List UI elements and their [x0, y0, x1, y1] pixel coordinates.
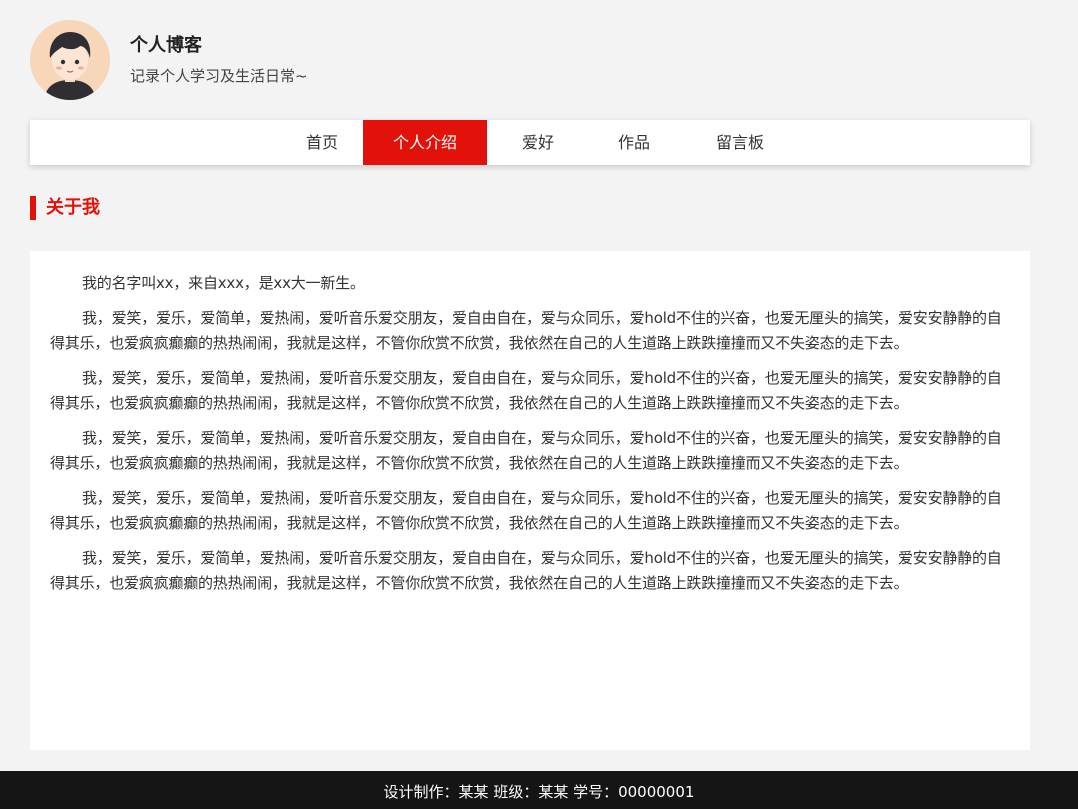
content-paragraph: 我，爱笑，爱乐，爱简单，爱热闹，爱听音乐爱交朋友，爱自由自在，爱与众同乐，爱ho…	[50, 429, 1002, 472]
content-paragraph: 我的名字叫xx，来自xxx，是xx大一新生。	[82, 274, 365, 292]
content-paragraph: 我，爱笑，爱乐，爱简单，爱热闹，爱听音乐爱交朋友，爱自由自在，爱与众同乐，爱ho…	[50, 369, 1002, 412]
cartoon-boy-avatar-icon	[30, 20, 110, 100]
main-nav: 首页 个人介绍 爱好 作品 留言板	[30, 120, 1030, 165]
section-title: 关于我	[30, 196, 100, 220]
content-paragraph: 我，爱笑，爱乐，爱简单，爱热闹，爱听音乐爱交朋友，爱自由自在，爱与众同乐，爱ho…	[50, 549, 1002, 592]
avatar	[30, 20, 110, 100]
content-paragraph: 我，爱笑，爱乐，爱简单，爱热闹，爱听音乐爱交朋友，爱自由自在，爱与众同乐，爱ho…	[50, 489, 1002, 532]
site-header: 个人博客 记录个人学习及生活日常~	[30, 20, 308, 100]
footer-text: 设计制作：某某 班级：某某 学号：00000001	[383, 783, 695, 801]
nav-item-about[interactable]: 个人介绍	[363, 120, 487, 165]
site-title: 个人博客	[130, 35, 202, 56]
nav-item-guestbook[interactable]: 留言板	[700, 120, 780, 165]
site-footer: 设计制作：某某 班级：某某 学号：00000001	[0, 771, 1078, 809]
nav-item-home[interactable]: 首页	[285, 120, 359, 165]
nav-item-works[interactable]: 作品	[603, 120, 665, 165]
content-paragraph: 我，爱笑，爱乐，爱简单，爱热闹，爱听音乐爱交朋友，爱自由自在，爱与众同乐，爱ho…	[50, 309, 1002, 352]
about-content: 我的名字叫xx，来自xxx，是xx大一新生。 我，爱笑，爱乐，爱简单，爱热闹，爱…	[30, 251, 1030, 750]
nav-item-hobbies[interactable]: 爱好	[507, 120, 569, 165]
site-subtitle: 记录个人学习及生活日常~	[130, 67, 308, 85]
